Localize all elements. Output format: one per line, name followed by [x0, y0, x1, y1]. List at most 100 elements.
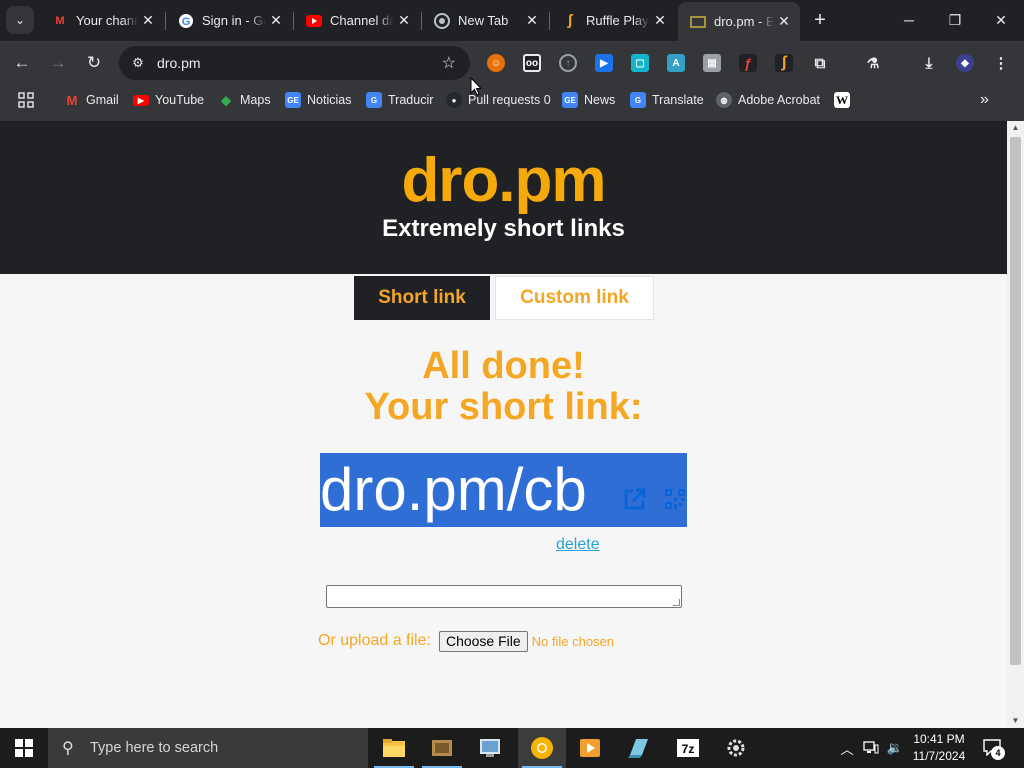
profile-avatar[interactable]: ◆ [956, 54, 974, 72]
7zip-icon[interactable]: 7z [664, 728, 712, 768]
forward-button[interactable]: → [44, 49, 72, 77]
system-clock[interactable]: 10:41 PM 11/7/2024 [900, 731, 978, 765]
tab-custom-link[interactable]: Custom link [495, 276, 654, 320]
ruffle-icon: ʃ [567, 12, 573, 29]
short-link-text[interactable]: dro.pm/cb [320, 457, 587, 523]
bookmark-youtube[interactable]: ▶ YouTube [133, 91, 204, 109]
open-link-icon[interactable] [622, 486, 648, 512]
dropm-icon [690, 14, 706, 30]
close-tab-icon[interactable]: ✕ [138, 12, 158, 29]
close-tab-icon[interactable]: ✕ [266, 12, 286, 29]
taskbar-app-icon[interactable] [466, 728, 514, 768]
taskbar-search[interactable]: ⚲ Type here to search [48, 728, 368, 768]
google-news-icon: GE [562, 92, 578, 108]
short-link-box[interactable]: dro.pm/cb [320, 453, 687, 527]
notification-center-icon[interactable]: 4 [982, 738, 1005, 760]
tray-overflow-chevron-icon[interactable]: ︿ [838, 728, 856, 768]
extension-flash-icon[interactable]: ƒ [739, 54, 757, 72]
no-file-chosen-text: No file chosen [531, 633, 615, 649]
extension-ruffle-icon[interactable]: ʃ [775, 54, 793, 72]
new-tab-button[interactable]: + [808, 8, 832, 32]
youtube-icon: ▶ [133, 94, 149, 106]
tab-title: New Tab [458, 13, 509, 28]
site-info-icon[interactable]: ⚙ [129, 54, 147, 72]
back-button[interactable]: ← [8, 49, 36, 77]
resize-handle[interactable] [673, 599, 680, 606]
extensions-puzzle-icon[interactable]: ⧉ [811, 54, 829, 72]
minimize-button[interactable]: ─ [886, 0, 932, 40]
chrome-taskbar-icon[interactable] [518, 728, 566, 768]
media-player-icon[interactable] [566, 728, 614, 768]
bookmark-traducir[interactable]: G Traducir [366, 91, 433, 109]
bookmark-noticias[interactable]: GE Noticias [285, 91, 351, 109]
search-placeholder[interactable]: Type here to search [90, 740, 218, 756]
tab-gmail[interactable]: M Your channel ✕ [40, 6, 164, 35]
gmail-icon: M [66, 92, 78, 108]
reload-button[interactable]: ↻ [80, 49, 108, 77]
site-tagline: Extremely short links [382, 215, 625, 242]
menu-dots-icon[interactable]: ⋮ [992, 54, 1010, 72]
bookmark-label: Maps [240, 93, 271, 107]
extension-glasses-icon[interactable]: oo [523, 54, 541, 72]
scrollbar-thumb[interactable] [1010, 137, 1021, 665]
tab-ruffle[interactable]: ʃ Ruffle Player ✕ [550, 6, 676, 35]
bookmark-star-icon[interactable]: ☆ [442, 53, 456, 73]
tab-google-sign-in[interactable]: G Sign in - Google ✕ [166, 6, 292, 35]
bookmark-gmail[interactable]: M Gmail [64, 91, 119, 109]
bookmark-maps[interactable]: ⬥ Maps [218, 91, 271, 109]
extension-printer-icon[interactable]: ▤ [703, 54, 721, 72]
bookmark-label: Adobe Acrobat [738, 93, 821, 107]
google-news-icon: GE [285, 92, 301, 108]
start-button[interactable] [0, 728, 48, 768]
extension-arrow-icon[interactable]: ↑ [559, 54, 577, 72]
translate-icon: G [366, 92, 382, 108]
taskbar-app-icon[interactable] [614, 728, 662, 768]
labs-flask-icon[interactable]: ⚗ [864, 54, 882, 72]
download-icon[interactable]: ⤓ [920, 54, 938, 72]
extension-icon[interactable]: ▶ [595, 54, 613, 72]
close-tab-icon[interactable]: ✕ [394, 12, 414, 29]
bookmark-translate[interactable]: G Translate [630, 91, 704, 109]
tab-search-button[interactable]: ⌄ [6, 6, 34, 34]
scroll-up-arrow-icon[interactable]: ▲ [1007, 121, 1024, 135]
windows-logo-icon [15, 739, 33, 757]
maps-icon: ⬥ [221, 91, 231, 108]
svg-text:G: G [182, 16, 191, 28]
tab-new-tab[interactable]: New Tab ✕ [422, 6, 548, 35]
bookmark-pull-requests[interactable]: ● Pull requests 0 [446, 91, 551, 109]
bookmarks-overflow-icon[interactable]: » [980, 91, 989, 109]
network-icon[interactable] [860, 728, 882, 768]
close-tab-icon[interactable]: ✕ [650, 12, 670, 29]
apps-grid-icon[interactable] [18, 91, 34, 109]
bookmark-adobe-acrobat[interactable]: ◍ Adobe Acrobat [716, 91, 820, 109]
address-bar[interactable]: ⚙ dro.pm ☆ [119, 46, 470, 80]
extension-icon[interactable]: ▢ [631, 54, 649, 72]
tab-short-link[interactable]: Short link [354, 276, 490, 320]
search-icon: ⚲ [62, 740, 74, 757]
close-tab-icon[interactable]: ✕ [774, 13, 794, 30]
url-text[interactable]: dro.pm [157, 55, 201, 71]
choose-file-button[interactable]: Choose File [438, 630, 528, 652]
link-textarea[interactable] [326, 585, 682, 608]
extension-icon[interactable]: A [667, 54, 685, 72]
delete-link[interactable]: delete [556, 536, 600, 554]
page-scrollbar[interactable]: ▲ ▼ [1007, 121, 1024, 728]
qr-code-icon[interactable] [665, 489, 685, 509]
scroll-down-arrow-icon[interactable]: ▼ [1007, 714, 1024, 728]
bookmark-wikipedia[interactable]: W [834, 91, 850, 109]
close-tab-icon[interactable]: ✕ [522, 12, 542, 29]
settings-gear-icon[interactable] [712, 728, 760, 768]
bookmark-label: Translate [652, 93, 704, 107]
taskbar-app-icon[interactable] [418, 728, 466, 768]
github-icon: ● [446, 92, 462, 108]
extension-icon[interactable]: ☺ [487, 54, 505, 72]
restore-button[interactable]: ❐ [932, 0, 978, 40]
tab-title: Ruffle Player [586, 13, 650, 28]
browser-chrome: ⌄ M Your channel ✕ G Sign in - Google ✕ … [0, 0, 1024, 121]
tab-dropm-active[interactable]: dro.pm - Extremely short links ✕ [678, 2, 800, 41]
close-window-button[interactable]: ✕ [978, 0, 1024, 40]
bookmark-news[interactable]: GE News [562, 91, 615, 109]
site-title[interactable]: dro.pm [0, 145, 1007, 216]
tab-youtube[interactable]: Channel dashboard ✕ [294, 6, 420, 35]
file-explorer-icon[interactable] [370, 728, 418, 768]
